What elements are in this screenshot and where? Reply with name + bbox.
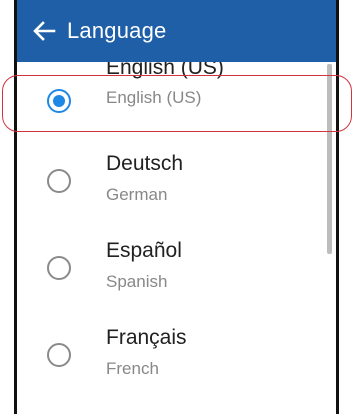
- language-subtitle: English (US): [106, 88, 202, 107]
- radio-selected-dot: [53, 95, 65, 107]
- language-screen: Language English (US) English (US) Deuts…: [0, 0, 356, 414]
- language-name: Français: [106, 326, 187, 349]
- language-name: Español: [106, 239, 182, 262]
- language-name: Deutsch: [106, 152, 184, 175]
- language-list: English (US) English (US) Deutsch German…: [17, 62, 336, 414]
- language-name: English (US): [106, 62, 224, 79]
- language-option-espanol[interactable]: Español Spanish: [17, 225, 336, 312]
- scrollbar[interactable]: [327, 64, 332, 254]
- back-button[interactable]: [23, 0, 65, 62]
- app-bar: Language: [17, 0, 336, 62]
- language-subtitle: German: [106, 185, 168, 204]
- language-subtitle: Spanish: [106, 272, 168, 291]
- arrow-left-icon: [33, 21, 56, 41]
- language-option-deutsch[interactable]: Deutsch German: [17, 138, 336, 225]
- page-title: Language: [67, 18, 167, 43]
- radio-button-english-us[interactable]: [47, 89, 71, 113]
- radio-button-francais[interactable]: [47, 342, 71, 367]
- radio-button-espanol[interactable]: [47, 255, 71, 280]
- language-option-english-us[interactable]: English (US) English (US): [17, 62, 336, 149]
- radio-button-deutsch[interactable]: [47, 168, 71, 193]
- device-frame-right: [336, 0, 339, 414]
- language-option-francais[interactable]: Français French: [17, 312, 336, 399]
- language-subtitle: French: [106, 359, 159, 378]
